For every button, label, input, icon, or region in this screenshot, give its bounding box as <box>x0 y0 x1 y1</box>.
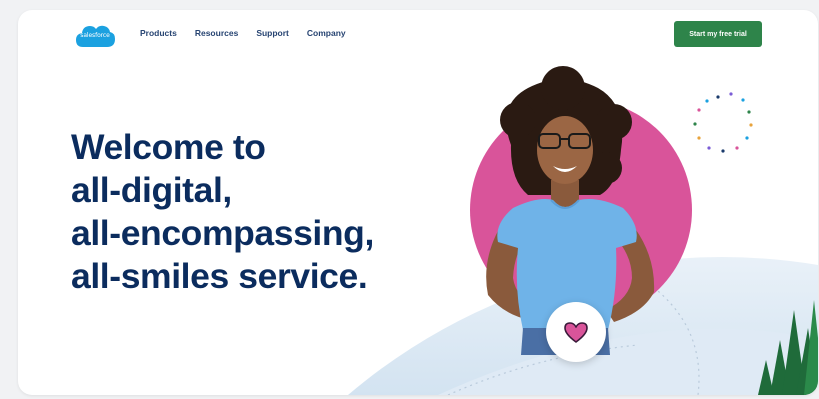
salesforce-logo[interactable]: salesforce <box>74 22 116 49</box>
start-free-trial-button[interactable]: Start my free trial <box>674 21 762 47</box>
headline-line-2: all-digital, <box>71 170 232 210</box>
top-navigation: salesforce Products Resources Support Co… <box>18 10 818 60</box>
nav-item-company[interactable]: Company <box>307 28 346 38</box>
nav-links: Products Resources Support Company <box>140 28 346 38</box>
heart-icon <box>564 321 588 343</box>
nav-item-products[interactable]: Products <box>140 28 177 38</box>
confetti-dots <box>693 92 753 153</box>
headline-line-4: all-smiles service. <box>71 256 368 296</box>
nav-item-resources[interactable]: Resources <box>195 28 238 38</box>
hero-headline: Welcome to all-digital, all-encompassing… <box>71 126 374 298</box>
headline-line-3: all-encompassing, <box>71 213 374 253</box>
headline-line-1: Welcome to <box>71 127 266 167</box>
landing-page-card: salesforce Products Resources Support Co… <box>18 10 818 395</box>
heart-badge <box>546 302 606 362</box>
logo-wordmark: salesforce <box>80 32 110 39</box>
nav-item-support[interactable]: Support <box>256 28 289 38</box>
